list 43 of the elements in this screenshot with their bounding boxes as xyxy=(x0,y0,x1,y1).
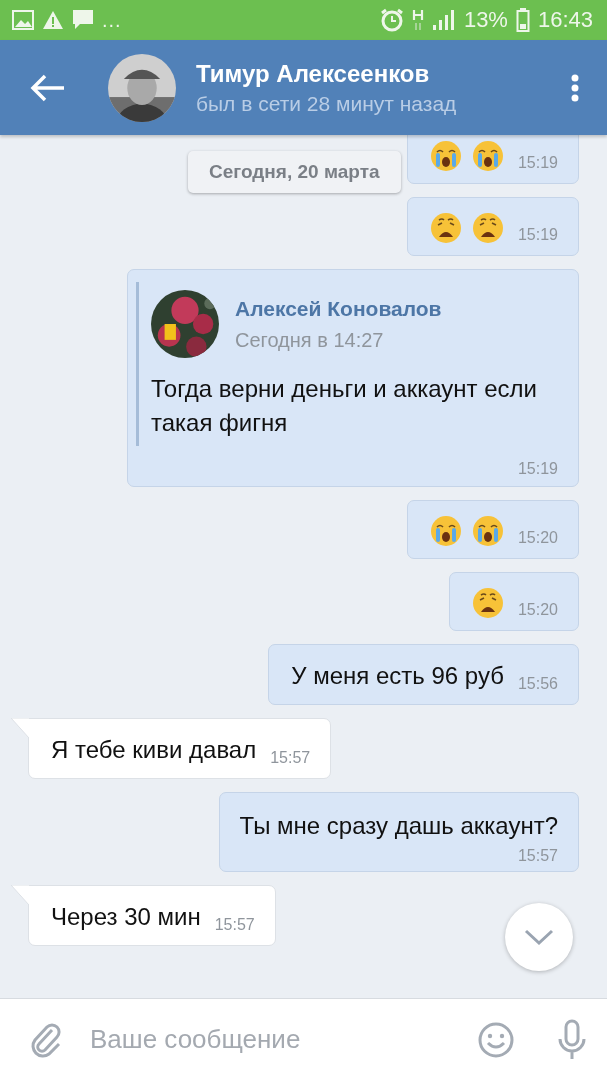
microphone-icon[interactable] xyxy=(557,1018,587,1061)
crying-emoji-icon xyxy=(429,515,462,547)
more-menu-button[interactable] xyxy=(571,73,579,102)
message-time: 15:56 xyxy=(517,675,558,693)
clock: 16:43 xyxy=(537,7,593,33)
date-label: Сегодня, 20 марта xyxy=(188,151,401,193)
contact-name[interactable]: Тимур Алексеенков xyxy=(196,59,571,88)
message-time: 15:19 xyxy=(517,460,558,478)
message-text: Ты мне сразу дашь аккаунт? xyxy=(239,811,558,841)
battery-percent: 13% xyxy=(463,7,508,33)
message-date: Сегодня в 14:27 xyxy=(235,328,385,352)
chat-icon xyxy=(72,9,94,31)
message-time: 15:57 xyxy=(517,847,558,865)
chevron-down-icon xyxy=(524,928,554,946)
message-text: Я тебе киви давал xyxy=(51,735,257,765)
crying-emoji-icon xyxy=(429,140,462,172)
message-time: 15:20 xyxy=(517,601,558,619)
battery-icon xyxy=(515,8,530,32)
emoji-icon[interactable] xyxy=(477,1020,515,1059)
crying-emoji-icon xyxy=(471,140,504,172)
back-button[interactable] xyxy=(30,72,66,103)
weary-emoji-icon xyxy=(471,212,504,244)
message-time: 15:57 xyxy=(214,916,255,934)
message-text: Тогда верни деньги и аккаунт если такая фигня xyxy=(151,374,538,438)
alarm-icon xyxy=(379,8,404,32)
message-time: 15:19 xyxy=(517,226,558,244)
message-input[interactable]: Ваше сообщение xyxy=(82,1018,457,1061)
attach-icon[interactable] xyxy=(30,1021,62,1058)
more-notifications: ... xyxy=(102,8,122,32)
crying-emoji-icon xyxy=(471,515,504,547)
last-seen-status: был в сети 28 минут назад xyxy=(196,91,458,116)
image-icon xyxy=(12,10,34,30)
message-text: У меня есть 96 руб xyxy=(291,661,504,691)
message-time: 15:57 xyxy=(270,749,311,767)
author-name[interactable]: Алексей Коновалов xyxy=(235,296,442,321)
message-time: 15:19 xyxy=(517,154,558,172)
network-type-icon xyxy=(411,8,424,32)
message-text: Через 30 мин xyxy=(51,902,201,932)
message-time: 15:20 xyxy=(517,529,558,547)
warning-icon xyxy=(42,10,64,30)
weary-emoji-icon xyxy=(471,587,504,619)
weary-emoji-icon xyxy=(429,212,462,244)
signal-icon xyxy=(431,9,456,31)
